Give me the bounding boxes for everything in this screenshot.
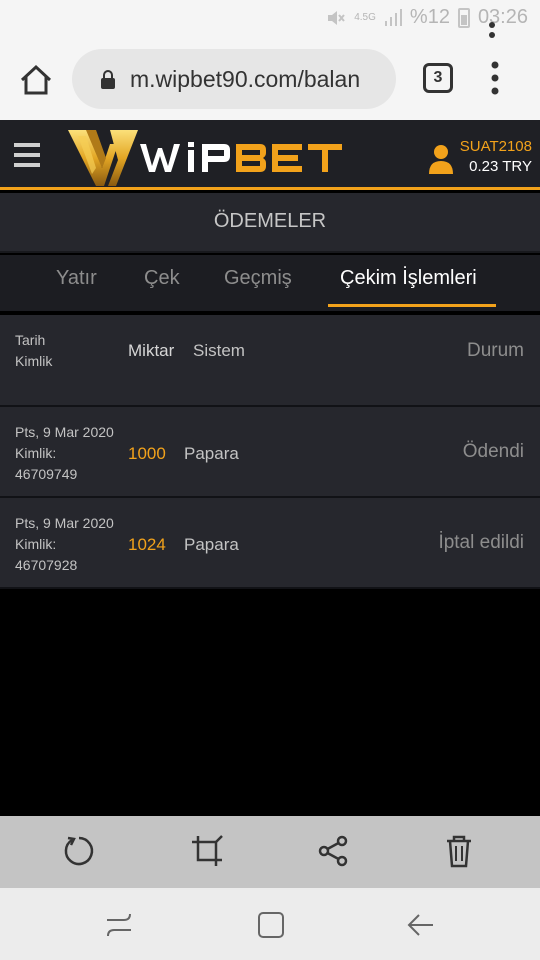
row-id-label: Kimlik: [15,536,57,552]
screen: 4.5G %12 03:26 m.wipbet90.com/balan 3 SU… [0,0,540,960]
id-header-label: Kimlik [15,353,53,369]
network-type: 4.5G [354,12,376,23]
date-column-header: Tarih Kimlik [15,330,52,372]
payment-tabs: Yatır Çek Geçmiş Çekim İşlemleri [0,255,540,311]
delete-icon[interactable] [442,834,476,868]
status-bar: 4.5G %12 03:26 [0,0,540,38]
status-column-header: Durum [466,340,524,361]
rotate-icon[interactable] [62,834,96,868]
row-date-cell: Pts, 9 Mar 2020 Kimlik: 46707928 [15,513,114,576]
row-date: Pts, 9 Mar 2020 [15,515,114,531]
wipbet-logo-text [140,142,342,172]
row-system: Papara [184,444,239,463]
wipbet-logo-mark[interactable] [66,124,140,188]
amount-column-header: Miktar [128,341,175,360]
crop-icon[interactable] [190,834,224,868]
page-title: ÖDEMELER [0,193,540,253]
clock: 03:26 [477,6,528,28]
tab-withdrawal-transactions[interactable]: Çekim İşlemleri [340,267,477,290]
date-header-label: Tarih [15,332,46,348]
row-status: Ödendi [462,441,524,462]
withdrawal-table: Tarih Kimlik Miktar Sistem Durum Pts, 9 … [0,315,540,589]
screenshot-toolbar [0,816,540,888]
browser-toolbar: m.wipbet90.com/balan 3 [0,38,540,120]
tab-deposit[interactable]: Yatır [56,267,97,290]
tab-history[interactable]: Geçmiş [224,267,292,290]
system-column-header: Sistem [193,341,245,360]
balance: 0.23 TRY [469,158,532,175]
battery-icon [457,7,470,28]
row-amount: 1024 [128,535,166,554]
url-text: m.wipbet90.com/balan [130,65,361,92]
row-id-label: Kimlik: [15,445,57,461]
row-status: İptal edildi [438,532,524,553]
table-row[interactable]: Pts, 9 Mar 2020 Kimlik: 46707928 1024 Pa… [0,498,540,589]
home-button-icon[interactable] [256,910,286,940]
table-header-row: Tarih Kimlik Miktar Sistem Durum [0,315,540,407]
row-system: Papara [184,535,239,554]
row-date-cell: Pts, 9 Mar 2020 Kimlik: 46709749 [15,422,114,485]
table-row[interactable]: Pts, 9 Mar 2020 Kimlik: 46709749 1000 Pa… [0,407,540,498]
tab-switcher-button[interactable]: 3 [423,63,453,93]
address-bar[interactable]: m.wipbet90.com/balan [72,49,396,109]
site-header: SUAT2108 0.23 TRY [0,120,540,190]
battery-percent: %12 [409,6,450,28]
row-amount: 1000 [128,444,166,463]
recent-apps-icon[interactable] [104,910,134,940]
signal-icon [384,8,402,26]
home-icon[interactable] [18,62,54,98]
tab-withdraw[interactable]: Çek [144,267,180,290]
back-icon[interactable] [406,910,436,940]
navigation-bar [0,888,540,960]
row-id: 46709749 [15,466,78,482]
more-options-icon[interactable] [490,61,500,95]
active-tab-indicator [328,304,496,307]
username[interactable]: SUAT2108 [460,138,532,155]
lock-icon [101,70,115,89]
mute-icon [328,10,345,25]
share-icon[interactable] [316,834,350,868]
hamburger-menu-icon[interactable] [14,143,40,167]
user-avatar-icon[interactable] [428,144,454,174]
row-date: Pts, 9 Mar 2020 [15,424,114,440]
row-id: 46707928 [15,557,78,573]
